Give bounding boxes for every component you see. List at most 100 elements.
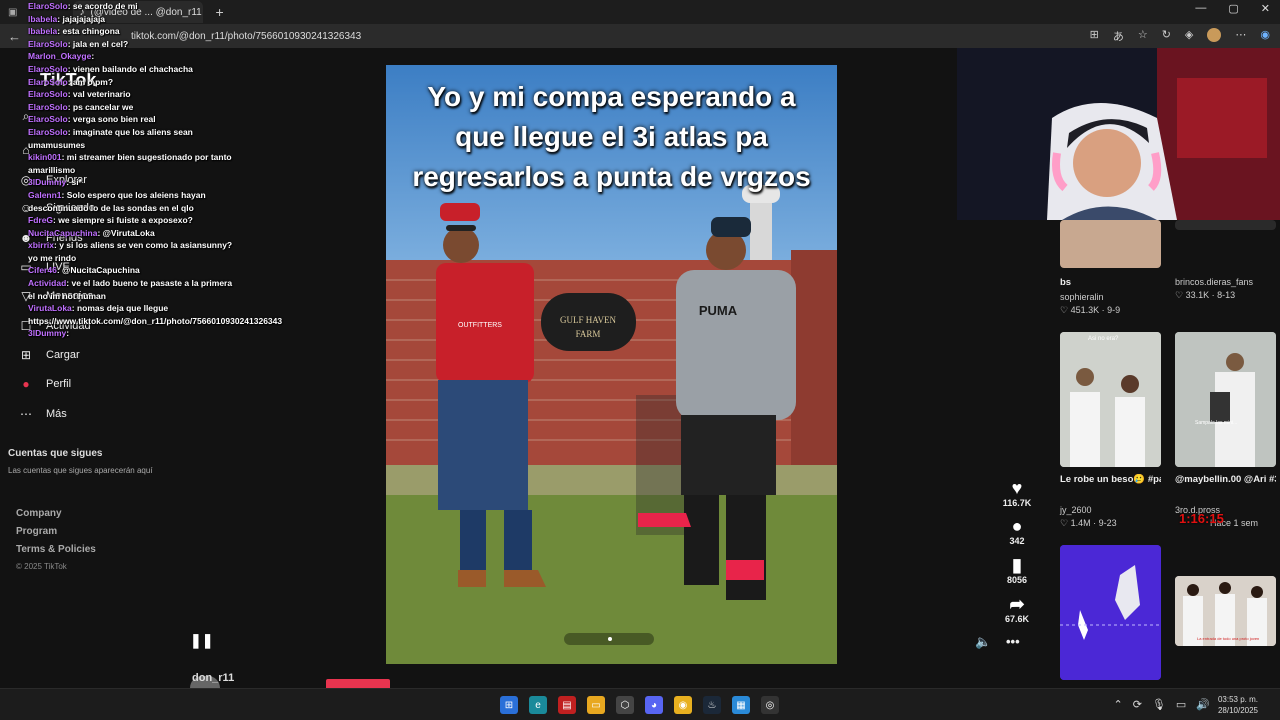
browser-menu-dots-icon[interactable]: ⋯ bbox=[1235, 28, 1246, 44]
post-photo[interactable]: GULF HAVEN FARM OUTFITTERS PUMA Yo y mi … bbox=[386, 65, 837, 664]
like-button[interactable]: ♥ 116.7K bbox=[1002, 478, 1032, 508]
related-stats-2: ♡ 33.1K · 8-13 bbox=[1175, 290, 1236, 300]
chat-message: VirutaLoka: nomas deja que llegue bbox=[28, 303, 169, 314]
profile-icon: ● bbox=[22, 377, 30, 391]
chat-text: vienen bailando el chachacha bbox=[72, 63, 193, 74]
obs-icon[interactable]: ◎ bbox=[761, 696, 779, 714]
chat-username: 3lDummy bbox=[28, 177, 67, 188]
profile-avatar-icon[interactable] bbox=[1207, 28, 1222, 42]
chat-text: jala en el cel? bbox=[72, 38, 129, 49]
chat-message: ElaroSolo: imaginate que los aliens sean… bbox=[28, 126, 193, 150]
chat-message: ElaroSolo: am o pm? bbox=[28, 76, 114, 87]
related-thumb-2[interactable] bbox=[1175, 220, 1276, 230]
sidebar-item-mas[interactable]: ⋯ Más bbox=[18, 406, 67, 422]
chat-text: se acordo de mi bbox=[72, 1, 138, 11]
related-thumb-1[interactable] bbox=[1060, 220, 1161, 268]
chat-text: y si los aliens se ven como la asiansunn… bbox=[28, 240, 233, 263]
related-thumb-5[interactable] bbox=[1060, 545, 1161, 680]
related-user-2[interactable]: brincos.dieras_fans bbox=[1175, 277, 1253, 287]
chat-username: ElaroSolo bbox=[28, 38, 68, 49]
minimize-icon[interactable]: — bbox=[1195, 2, 1206, 15]
footer-program-link[interactable]: Program bbox=[16, 526, 57, 537]
notepad-icon[interactable]: ▦ bbox=[732, 696, 750, 714]
sidebar-item-perfil[interactable]: ● Perfil bbox=[18, 376, 71, 392]
maximize-icon[interactable]: ▢ bbox=[1228, 2, 1238, 15]
system-clock[interactable]: 03:53 p. m. 28/10/2025 bbox=[1218, 694, 1258, 716]
news-app-icon[interactable]: ▤ bbox=[558, 696, 576, 714]
windows-taskbar: ⊞ e ▤ ▭ ⬡ ◕ ◉ ♨ ▦ ◎ ⌃ ⟳ 🎙 ▭ 🔊 03:53 p. m… bbox=[0, 688, 1280, 720]
following-subtitle: Las cuentas que sigues aparecerán aquí bbox=[8, 466, 153, 475]
chat-text: verga sono bien real bbox=[72, 114, 156, 125]
chat-username: Actividad bbox=[28, 278, 67, 289]
related-overlay-4: Sampala las mini... bbox=[1195, 420, 1238, 426]
bookmark-icon: ▮ bbox=[1012, 555, 1022, 575]
related-stats-1: ♡ 451.3K · 9-9 bbox=[1060, 305, 1121, 315]
back-arrow-icon[interactable]: ← bbox=[8, 29, 21, 44]
apps-icon[interactable]: ⊞ bbox=[1090, 28, 1099, 44]
chat-username: ElaroSolo bbox=[28, 126, 68, 137]
author-name[interactable]: don_r11 bbox=[192, 672, 234, 684]
related-overlay-3: Asi no era? bbox=[1088, 336, 1119, 342]
related-title-4[interactable]: @maybellin.00 @Ari #3dzoompro... bbox=[1175, 474, 1276, 485]
save-button[interactable]: ▮ 8056 bbox=[1002, 555, 1032, 585]
chat-message: lbabela: jajajajajaja bbox=[28, 13, 106, 24]
more-options-icon[interactable]: ••• bbox=[1006, 634, 1020, 649]
chat-username: lbabela bbox=[28, 26, 58, 37]
copilot-icon[interactable]: ◉ bbox=[1260, 28, 1270, 44]
chat-message: xbirrix: y si los aliens se ven como la … bbox=[28, 240, 233, 263]
chrome-icon[interactable]: ◉ bbox=[674, 696, 692, 714]
favorite-star-icon[interactable]: ☆ bbox=[1138, 28, 1148, 44]
extensions-icon[interactable]: ◈ bbox=[1185, 28, 1193, 44]
related-stats-3: ♡ 1.4M · 9-23 bbox=[1060, 518, 1117, 528]
chat-text: ps cancelar we bbox=[72, 101, 134, 112]
edge-icon[interactable]: e bbox=[529, 696, 547, 714]
share-button[interactable]: ➦ 67.6K bbox=[1002, 594, 1032, 624]
chat-message: NucitaCapuchina: @VirutaLoka bbox=[28, 227, 155, 238]
comment-button[interactable]: ● 342 bbox=[1002, 516, 1032, 546]
related-title-3[interactable]: Le robe un beso🥲 #paratii #viral #fvp... bbox=[1060, 474, 1161, 485]
file-explorer-icon[interactable]: ▭ bbox=[587, 696, 605, 714]
chat-username: NucitaCapuchina bbox=[28, 227, 98, 238]
chat-username: ElaroSolo bbox=[28, 63, 68, 74]
footer-company-link[interactable]: Company bbox=[16, 508, 62, 519]
sidebar-item-cargar[interactable]: ⊞ Cargar bbox=[18, 347, 80, 363]
right-shirt-text: PUMA bbox=[699, 303, 738, 318]
steam-icon[interactable]: ♨ bbox=[703, 696, 721, 714]
translate-icon[interactable]: あ bbox=[1113, 28, 1124, 44]
volume-icon[interactable]: 🔈 bbox=[975, 634, 991, 650]
related-thumb-6[interactable]: La entrada de todo una proto joven bbox=[1175, 576, 1276, 646]
network-icon[interactable]: ▭ bbox=[1176, 698, 1186, 711]
chat-text: https://www.tiktok.com/@don_r11/photo/75… bbox=[28, 315, 283, 326]
footer-terms-link[interactable]: Terms & Policies bbox=[16, 544, 96, 555]
related-user-1[interactable]: sophieralin bbox=[1060, 292, 1104, 302]
speaker-icon[interactable]: 🔊 bbox=[1196, 698, 1210, 711]
refresh-icon[interactable]: ↻ bbox=[1162, 28, 1171, 44]
follow-button[interactable] bbox=[326, 679, 390, 688]
pause-button[interactable]: ❚❚ bbox=[190, 632, 213, 649]
sync-icon[interactable]: ⟳ bbox=[1133, 698, 1142, 711]
related-thumb-4[interactable]: Sampala las mini... bbox=[1175, 332, 1276, 467]
related-thumb-3[interactable]: Asi no era? bbox=[1060, 332, 1161, 467]
app-cube-icon[interactable]: ⬡ bbox=[616, 696, 634, 714]
chat-text: we siempre si fuiste a exposexo? bbox=[58, 215, 193, 226]
stream-chat-overlay: ElaroSolo: se acordo de mi lbabela: jajaj… bbox=[28, 0, 282, 340]
chat-username: Galenn1 bbox=[28, 189, 62, 200]
chat-username: ElaroSolo bbox=[28, 76, 68, 87]
tray-chevron-icon[interactable]: ⌃ bbox=[1113, 698, 1122, 711]
start-icon[interactable]: ⊞ bbox=[500, 696, 518, 714]
chat-message: Cifer46: @NucitaCapuchina bbox=[28, 265, 140, 276]
chat-message: ElaroSolo: ps cancelar we bbox=[28, 101, 134, 112]
browser-menu-icon[interactable]: ▣ bbox=[8, 7, 17, 18]
related-title-1[interactable]: bs bbox=[1060, 277, 1161, 288]
related-user-3[interactable]: jy_2600 bbox=[1060, 505, 1092, 515]
discord-icon[interactable]: ◕ bbox=[645, 696, 663, 714]
chat-message: ElaroSolo: se acordo de mi bbox=[28, 1, 138, 11]
chat-message: kikin001: mi streamer bien sugestionado … bbox=[28, 152, 232, 175]
chat-username: ElaroSolo bbox=[28, 1, 68, 11]
chat-message: ElaroSolo: jala en el cel? bbox=[28, 38, 129, 49]
sign-line-2: FARM bbox=[576, 329, 601, 339]
chat-message: https://www.tiktok.com/@don_r11/photo/75… bbox=[28, 315, 282, 328]
close-window-icon[interactable]: ✕ bbox=[1261, 2, 1270, 15]
microphone-icon[interactable]: 🎙 bbox=[1152, 698, 1166, 711]
left-shirt-text: OUTFITTERS bbox=[458, 322, 502, 329]
